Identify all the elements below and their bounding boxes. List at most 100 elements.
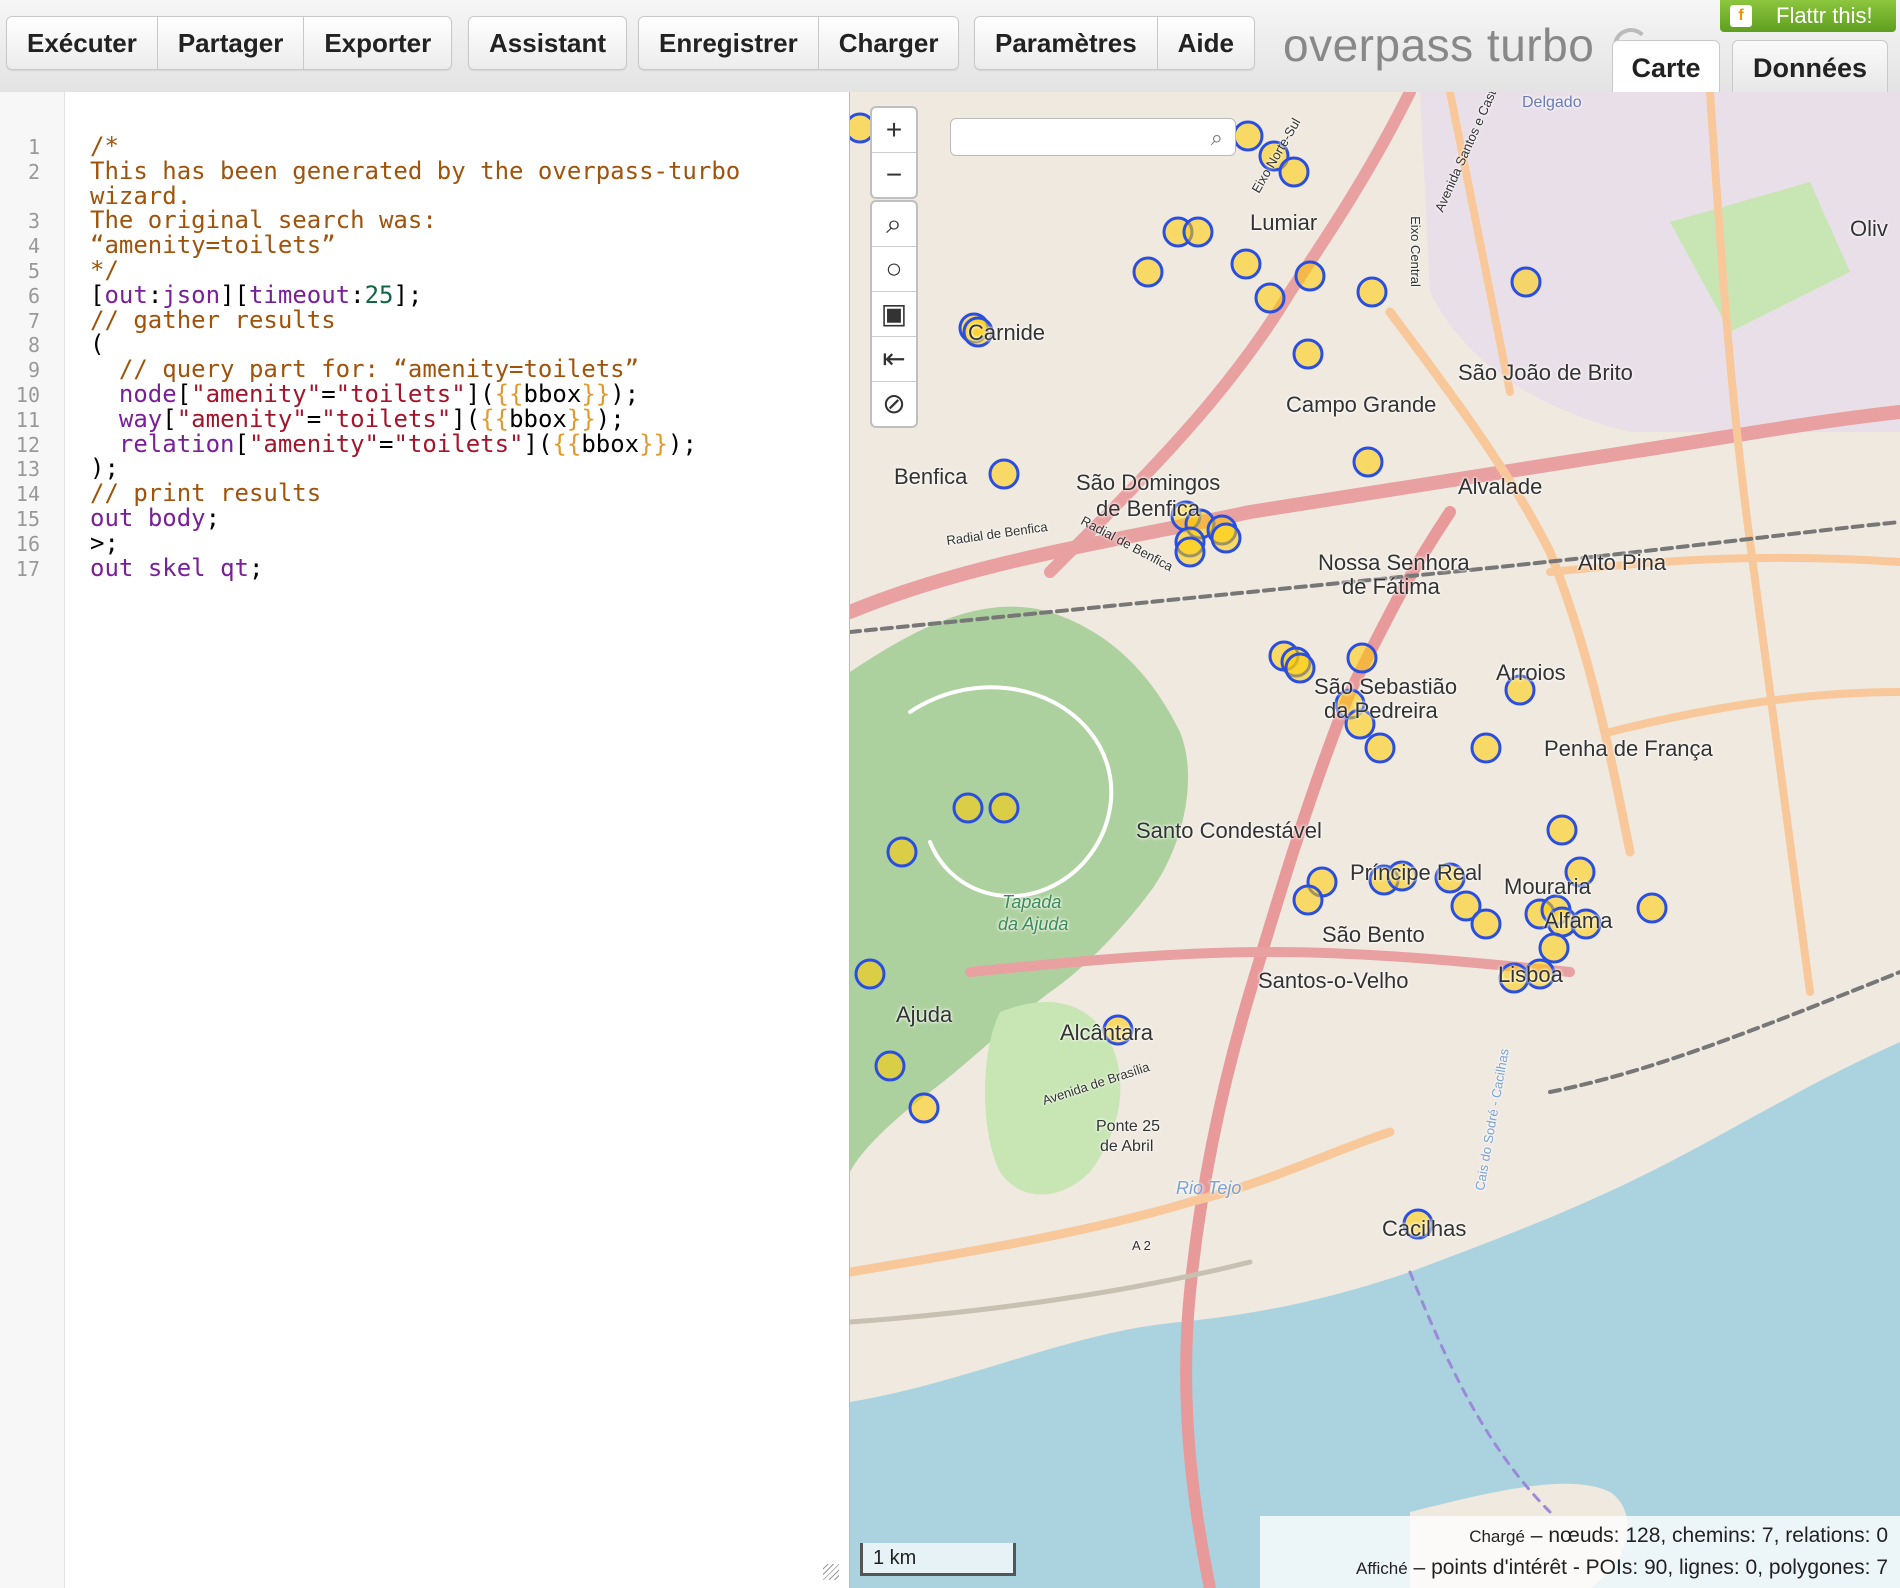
flattr-button[interactable]: f Flattr this! bbox=[1720, 0, 1896, 32]
code-line[interactable]: // print results bbox=[90, 479, 321, 507]
code-line[interactable]: // query part for: “amenity=toilets” bbox=[90, 355, 639, 383]
resize-handle-icon[interactable] bbox=[823, 1564, 839, 1580]
toilet-poi-marker[interactable] bbox=[1636, 892, 1668, 924]
flattr-icon: f bbox=[1730, 5, 1752, 27]
settings-help-group: Paramètres Aide bbox=[974, 16, 1255, 70]
tab-data[interactable]: Données bbox=[1732, 40, 1888, 93]
line-number: 6 bbox=[27, 283, 40, 308]
map-tiles bbox=[850, 92, 1900, 1588]
toilet-poi-marker[interactable] bbox=[1538, 932, 1570, 964]
zoom-control: + − bbox=[870, 106, 918, 199]
toilet-poi-marker[interactable] bbox=[1510, 266, 1542, 298]
stats-shown-value: points d'intérêt - POIs: 90, lignes: 0, … bbox=[1431, 1556, 1888, 1579]
toilet-poi-marker[interactable] bbox=[1352, 446, 1384, 478]
code-line[interactable]: */ bbox=[90, 256, 119, 284]
line-number: 15 bbox=[15, 507, 40, 531]
toilet-poi-marker[interactable] bbox=[1292, 884, 1324, 916]
toilet-poi-marker[interactable] bbox=[1356, 276, 1388, 308]
image-export-icon[interactable]: ▣ bbox=[872, 292, 916, 337]
zoom-to-data-icon[interactable]: ⇤ bbox=[872, 337, 916, 382]
code-line[interactable]: out skel qt; bbox=[90, 554, 263, 582]
toilet-poi-marker[interactable] bbox=[886, 836, 918, 868]
run-button[interactable]: Exécuter bbox=[7, 17, 158, 69]
place-de-abril: de Abril bbox=[1100, 1138, 1154, 1155]
search-icon[interactable]: ⌕ bbox=[872, 202, 916, 247]
toilet-poi-marker[interactable] bbox=[874, 1050, 906, 1082]
line-number: 17 bbox=[15, 556, 40, 581]
toilet-poi-marker[interactable] bbox=[1546, 814, 1578, 846]
toilet-poi-marker[interactable] bbox=[1278, 156, 1310, 188]
line-number: 7 bbox=[27, 308, 40, 333]
place-benfica: Benfica bbox=[894, 464, 968, 489]
map-view[interactable]: Lumiar Carnide Campo Grande São João de … bbox=[850, 92, 1900, 1588]
help-button[interactable]: Aide bbox=[1158, 17, 1254, 69]
load-button[interactable]: Charger bbox=[819, 17, 959, 69]
road-label-eixo-central: Eixo Central bbox=[1407, 216, 1423, 287]
toilet-poi-marker[interactable] bbox=[988, 792, 1020, 824]
code-line[interactable]: relation["amenity"="toilets"]({{bbox}}); bbox=[90, 430, 697, 458]
map-tools-control: ⌕ ○ ▣ ⇤ ⊘ bbox=[870, 200, 918, 428]
park-label-tapada: Tapada bbox=[1002, 892, 1062, 912]
code-line[interactable]: This has been generated by the overpass-… bbox=[90, 157, 740, 185]
toilet-poi-marker[interactable] bbox=[952, 792, 984, 824]
toilet-poi-marker[interactable] bbox=[1254, 282, 1286, 314]
toilet-poi-marker[interactable] bbox=[1230, 248, 1262, 280]
code-line[interactable]: node["amenity"="toilets"]({{bbox}}); bbox=[90, 380, 639, 408]
map-search-input[interactable]: ⌕ bbox=[950, 118, 1236, 156]
place-campo-grande: Campo Grande bbox=[1286, 392, 1437, 417]
line-number: 8 bbox=[27, 333, 40, 358]
toilet-poi-marker[interactable] bbox=[1132, 256, 1164, 288]
code-line[interactable]: The original search was: bbox=[90, 206, 437, 234]
settings-button[interactable]: Paramètres bbox=[975, 17, 1158, 69]
code-line[interactable]: ( bbox=[90, 330, 104, 358]
export-button[interactable]: Exporter bbox=[304, 17, 451, 69]
toilet-poi-marker[interactable] bbox=[988, 458, 1020, 490]
line-number: 16 bbox=[15, 531, 40, 556]
wizard-group: Assistant bbox=[468, 16, 628, 70]
toilet-poi-marker[interactable] bbox=[1232, 120, 1264, 152]
code-line[interactable]: >; bbox=[90, 529, 119, 557]
wizard-button[interactable]: Assistant bbox=[469, 17, 626, 69]
save-button[interactable]: Enregistrer bbox=[639, 17, 819, 69]
zoom-out-button[interactable]: − bbox=[872, 153, 916, 197]
toilet-poi-marker[interactable] bbox=[908, 1092, 940, 1124]
locate-icon[interactable]: ○ bbox=[872, 247, 916, 292]
code-line[interactable]: // gather results bbox=[90, 306, 336, 334]
place-alvalade: Alvalade bbox=[1458, 474, 1543, 499]
code-line[interactable]: out body; bbox=[90, 504, 220, 532]
toilet-poi-marker[interactable] bbox=[1470, 732, 1502, 764]
toilet-poi-marker[interactable] bbox=[1174, 536, 1206, 568]
place-carnide: Carnide bbox=[968, 320, 1046, 345]
toilet-poi-marker[interactable] bbox=[1294, 260, 1326, 292]
line-number: 1 bbox=[27, 135, 40, 159]
stats-loaded-value: nœuds: 128, chemins: 7, relations: 0 bbox=[1548, 1524, 1888, 1547]
code-line[interactable]: “amenity=toilets” bbox=[90, 231, 336, 259]
toilet-poi-marker[interactable] bbox=[1210, 522, 1242, 554]
toilet-poi-marker[interactable] bbox=[1470, 908, 1502, 940]
clear-icon[interactable]: ⊘ bbox=[872, 382, 916, 426]
code-line[interactable]: way["amenity"="toilets"]({{bbox}}); bbox=[90, 405, 625, 433]
stats-panel: Chargé – nœuds: 128, chemins: 7, relatio… bbox=[1260, 1516, 1900, 1588]
stats-shown-label: Affiché bbox=[1356, 1559, 1408, 1578]
code-editor[interactable]: 1 2 3 4 5 6 7 8 9 10 11 12 13 14 15 16 17 /* This has bee… bbox=[0, 92, 850, 1588]
place-lisboa: Lisboa bbox=[1498, 962, 1563, 987]
code-line[interactable]: ); bbox=[90, 454, 119, 482]
toilet-poi-marker[interactable] bbox=[1182, 216, 1214, 248]
toolbar: Exécuter Partager Exporter Assistant Enr… bbox=[0, 0, 1900, 93]
toilet-poi-marker[interactable] bbox=[1284, 652, 1316, 684]
line-number: 14 bbox=[15, 482, 40, 507]
toilet-poi-marker[interactable] bbox=[1364, 732, 1396, 764]
toilet-poi-marker[interactable] bbox=[1346, 642, 1378, 674]
line-number: 12 bbox=[15, 432, 40, 457]
toilet-poi-marker[interactable] bbox=[1292, 338, 1324, 370]
code-line[interactable]: wizard. bbox=[90, 182, 191, 210]
share-button[interactable]: Partager bbox=[158, 17, 305, 69]
line-number: 10 bbox=[15, 383, 40, 407]
app-title: overpass turbo bbox=[1283, 19, 1595, 71]
code-line[interactable]: [out:json][timeout:25]; bbox=[90, 281, 422, 309]
toilet-poi-marker[interactable] bbox=[854, 958, 886, 990]
tab-map[interactable]: Carte bbox=[1612, 40, 1720, 93]
zoom-in-button[interactable]: + bbox=[872, 108, 916, 153]
code-line[interactable]: /* bbox=[90, 132, 119, 160]
line-number-gutter: 1 2 3 4 5 6 7 8 9 10 11 12 13 14 15 16 17 bbox=[0, 92, 65, 1588]
